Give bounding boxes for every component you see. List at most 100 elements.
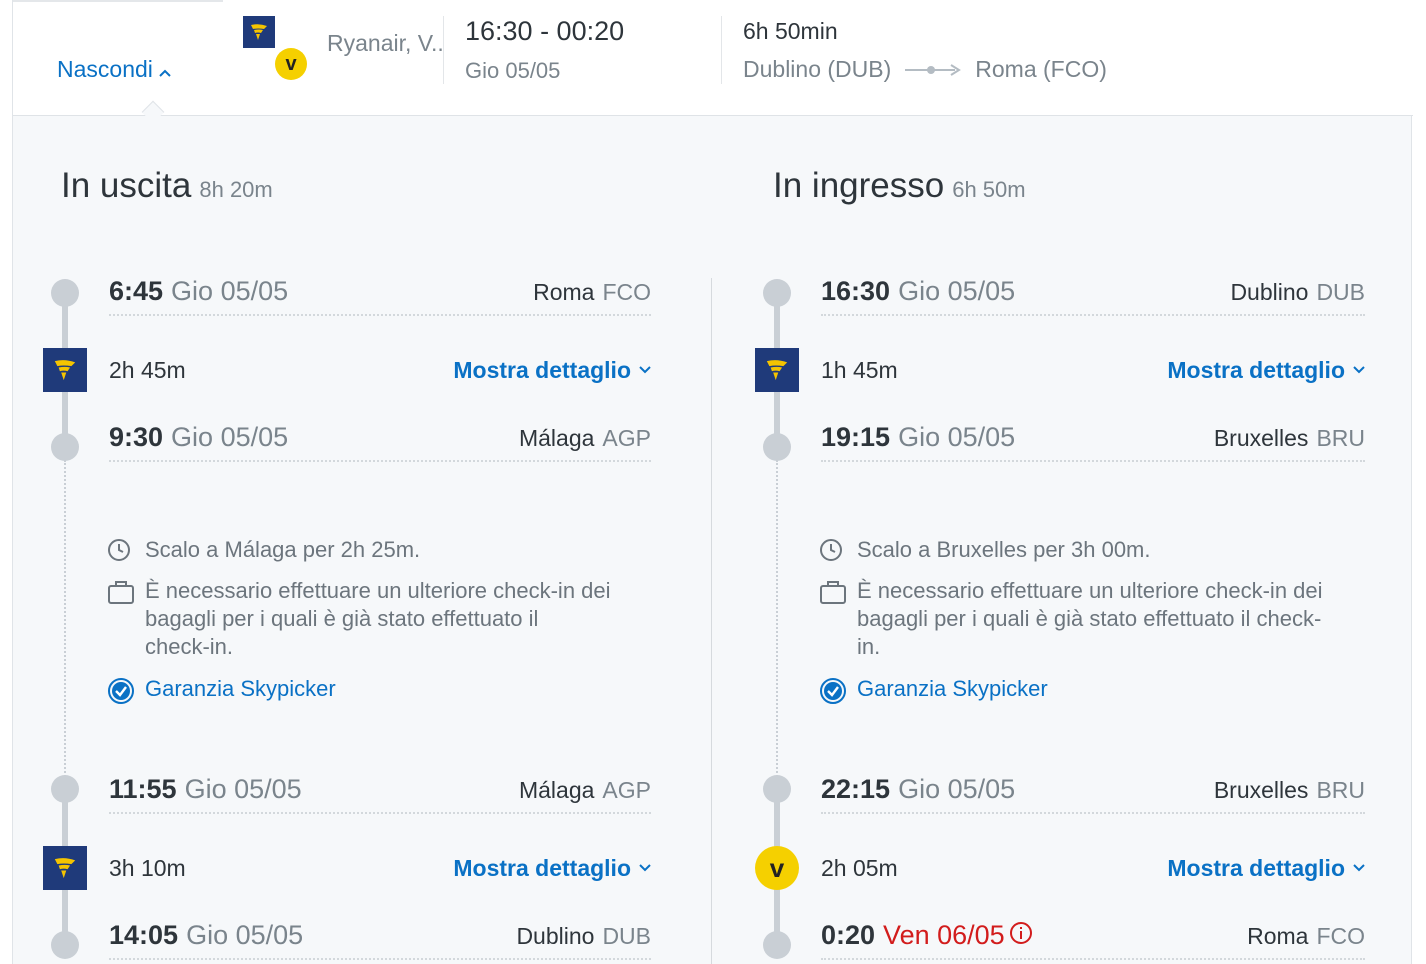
check-badge-icon — [107, 675, 145, 712]
chevron-down-icon — [1353, 864, 1365, 872]
vueling-icon: v — [755, 846, 799, 890]
baggage-text-line: in. — [857, 634, 881, 659]
show-details-label: Mostra dettaglio — [1167, 356, 1345, 383]
layover-row: Scalo a Bruxelles per 3h 00m. — [819, 536, 1389, 569]
outbound-title: In uscita 8h 20m — [61, 166, 273, 206]
flight-segment: 2h 45m Mostra dettaglio — [109, 350, 651, 390]
stop-date: Gio 05/05 — [186, 920, 304, 950]
route-to: Roma (FCO) — [975, 56, 1107, 82]
timeline-node — [763, 775, 791, 803]
stop-code: AGP — [602, 425, 651, 451]
guarantee-link[interactable]: Garanzia Skypicker — [819, 675, 1389, 712]
show-details-button[interactable]: Mostra dettaglio — [1167, 357, 1365, 384]
top-divider — [13, 0, 223, 2]
layover-info: Scalo a Málaga per 2h 25m. È necessario … — [107, 536, 667, 720]
route-arrow-icon — [905, 56, 962, 83]
stop-city: Roma — [533, 279, 595, 305]
stop-row: 6:45 Gio 05/05 Roma FCO — [109, 276, 651, 316]
chevron-up-icon — [159, 56, 171, 83]
layover-text: Scalo a Málaga per 2h 25m. — [145, 537, 421, 562]
stop-row: 14:05 Gio 05/05 Dublino DUB — [109, 920, 651, 960]
summary-separator — [443, 16, 444, 84]
ryanair-icon — [43, 846, 87, 890]
flight-detail-card: Nascondi v Ryanair, V.. 16:30 - 00:20 Gi… — [12, 0, 1413, 964]
stop-code: BRU — [1316, 777, 1365, 803]
chevron-down-icon — [1353, 366, 1365, 374]
stop-city: Dublino — [516, 923, 595, 949]
stop-time: 22:15 — [821, 774, 891, 804]
show-details-label: Mostra dettaglio — [453, 356, 631, 383]
segment-duration: 3h 10m — [109, 854, 186, 881]
baggage-text-line: check-in. — [145, 634, 234, 659]
stop-row: 0:20 Ven 06/05 Roma FCO — [821, 920, 1365, 960]
flight-segment: 3h 10m Mostra dettaglio — [109, 848, 651, 888]
stop-code: BRU — [1316, 425, 1365, 451]
segment-duration: 2h 45m — [109, 356, 186, 383]
route-from: Dublino (DUB) — [743, 56, 892, 82]
stop-date: Gio 05/05 — [184, 774, 302, 804]
timeline-layover-dots — [64, 460, 66, 780]
ryanair-logo-icon — [243, 16, 275, 48]
info-warning-icon[interactable] — [1009, 921, 1033, 952]
summary-separator — [721, 16, 722, 84]
ryanair-icon — [43, 348, 87, 392]
show-details-button[interactable]: Mostra dettaglio — [453, 855, 651, 882]
stop-city: Bruxelles — [1213, 777, 1309, 803]
stop-city: Bruxelles — [1213, 425, 1309, 451]
stop-date-next-day: Ven 06/05 — [883, 920, 1005, 950]
stop-city: Dublino — [1230, 279, 1309, 305]
flight-segment: 1h 45m Mostra dettaglio — [821, 350, 1365, 390]
stop-date: Gio 05/05 — [898, 774, 1016, 804]
vueling-logo-icon: v — [275, 48, 307, 80]
guarantee-label: Garanzia Skypicker — [857, 676, 1048, 701]
show-details-button[interactable]: Mostra dettaglio — [453, 357, 651, 384]
timeline-node — [51, 775, 79, 803]
baggage-text-line: È necessario effettuare un ulteriore che… — [145, 578, 611, 603]
baggage-row: È necessario effettuare un ulteriore che… — [107, 577, 667, 661]
stop-date: Gio 05/05 — [171, 276, 289, 306]
stop-city: Málaga — [518, 425, 595, 451]
stop-row: 16:30 Gio 05/05 Dublino DUB — [821, 276, 1365, 316]
guarantee-link[interactable]: Garanzia Skypicker — [107, 675, 667, 712]
layover-text: Scalo a Bruxelles per 3h 00m. — [857, 537, 1151, 562]
flight-segment: 2h 05m Mostra dettaglio — [821, 848, 1365, 888]
stop-city: Roma — [1247, 923, 1309, 949]
clock-icon — [107, 536, 145, 569]
summary-date: Gio 05/05 — [465, 58, 561, 83]
stop-time: 11:55 — [109, 774, 177, 804]
clock-icon — [819, 536, 857, 569]
stop-date: Gio 05/05 — [898, 422, 1016, 452]
check-badge-icon — [819, 675, 857, 712]
inbound-title: In ingresso 6h 50m — [773, 166, 1026, 206]
summary-route: Dublino (DUB) Roma (FCO) — [743, 56, 1107, 83]
hide-details-button[interactable]: Nascondi — [57, 56, 171, 83]
timeline-node — [51, 931, 79, 959]
airlines-name: Ryanair, V.. — [327, 30, 444, 56]
stop-time: 0:20 — [821, 920, 876, 950]
stop-row: 19:15 Gio 05/05 Bruxelles BRU — [821, 422, 1365, 462]
stop-row: 11:55 Gio 05/05 Málaga AGP — [109, 774, 651, 814]
timeline-node — [763, 931, 791, 959]
baggage-text-line: bagagli per i quali è già stato effettua… — [857, 606, 1322, 631]
guarantee-label: Garanzia Skypicker — [145, 676, 336, 701]
stop-time: 14:05 — [109, 920, 179, 950]
stop-city: Málaga — [518, 777, 595, 803]
baggage-icon — [819, 577, 857, 612]
layover-info: Scalo a Bruxelles per 3h 00m. È necessar… — [819, 536, 1389, 720]
outbound-title-text: In uscita — [61, 166, 192, 205]
timeline-node — [51, 433, 79, 461]
stop-time: 6:45 — [109, 276, 164, 306]
ryanair-icon — [755, 348, 799, 392]
hide-details-label: Nascondi — [57, 56, 153, 82]
stop-code: AGP — [602, 777, 651, 803]
segment-duration: 1h 45m — [821, 356, 898, 383]
baggage-text-line: bagagli per i quali è già stato effettua… — [145, 606, 539, 631]
show-details-button[interactable]: Mostra dettaglio — [1167, 855, 1365, 882]
chevron-down-icon — [639, 366, 651, 374]
stop-code: FCO — [602, 279, 651, 305]
chevron-down-icon — [639, 864, 651, 872]
timeline-layover-dots — [776, 460, 778, 780]
stop-time: 16:30 — [821, 276, 891, 306]
stop-date: Gio 05/05 — [898, 276, 1016, 306]
flight-summary-bar[interactable]: Nascondi v Ryanair, V.. 16:30 - 00:20 Gi… — [13, 0, 1413, 116]
